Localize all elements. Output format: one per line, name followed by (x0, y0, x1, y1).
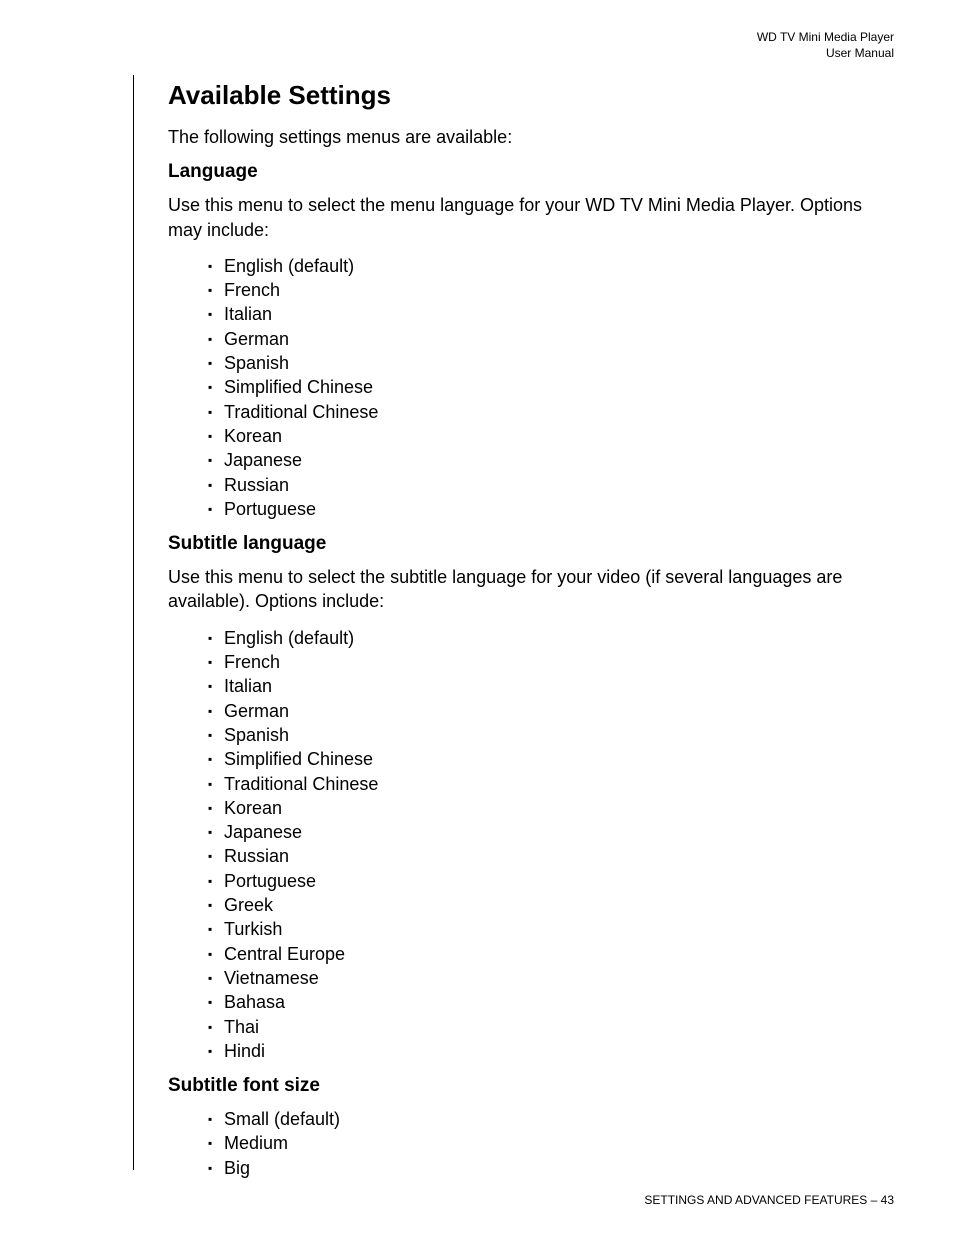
language-list: English (default) French Italian German … (208, 254, 888, 521)
page-footer: SETTINGS AND ADVANCED FEATURES – 43 (644, 1193, 894, 1207)
list-item: Simplified Chinese (208, 747, 888, 771)
list-item: Simplified Chinese (208, 375, 888, 399)
subtitle-font-size-list: Small (default) Medium Big (208, 1107, 888, 1180)
section-body-subtitle-language: Use this menu to select the subtitle lan… (168, 565, 888, 614)
list-item: Thai (208, 1015, 888, 1039)
list-item: Italian (208, 302, 888, 326)
list-item: English (default) (208, 626, 888, 650)
list-item: Vietnamese (208, 966, 888, 990)
list-item: French (208, 650, 888, 674)
header-line2: User Manual (757, 46, 894, 62)
intro-text: The following settings menus are availab… (168, 125, 888, 149)
list-item: Bahasa (208, 990, 888, 1014)
list-item: Spanish (208, 351, 888, 375)
list-item: Korean (208, 796, 888, 820)
list-item: Russian (208, 473, 888, 497)
list-item: German (208, 327, 888, 351)
list-item: Japanese (208, 448, 888, 472)
list-item: Portuguese (208, 497, 888, 521)
subtitle-language-list: English (default) French Italian German … (208, 626, 888, 1063)
list-item: French (208, 278, 888, 302)
list-item: Spanish (208, 723, 888, 747)
list-item: Big (208, 1156, 888, 1180)
page-header: WD TV Mini Media Player User Manual (757, 30, 894, 61)
list-item: English (default) (208, 254, 888, 278)
content-area: Available Settings The following setting… (168, 80, 888, 1192)
list-item: Japanese (208, 820, 888, 844)
list-item: Traditional Chinese (208, 772, 888, 796)
list-item: Portuguese (208, 869, 888, 893)
list-item: Korean (208, 424, 888, 448)
list-item: Turkish (208, 917, 888, 941)
list-item: Small (default) (208, 1107, 888, 1131)
header-line1: WD TV Mini Media Player (757, 30, 894, 46)
list-item: Central Europe (208, 942, 888, 966)
list-item: Italian (208, 674, 888, 698)
section-heading-language: Language (168, 161, 888, 183)
list-item: Greek (208, 893, 888, 917)
list-item: German (208, 699, 888, 723)
section-heading-subtitle-font-size: Subtitle font size (168, 1075, 888, 1097)
page-title: Available Settings (168, 80, 888, 111)
vertical-rule (133, 75, 134, 1170)
list-item: Traditional Chinese (208, 400, 888, 424)
list-item: Medium (208, 1131, 888, 1155)
section-heading-subtitle-language: Subtitle language (168, 533, 888, 555)
list-item: Hindi (208, 1039, 888, 1063)
list-item: Russian (208, 844, 888, 868)
section-body-language: Use this menu to select the menu languag… (168, 193, 888, 242)
